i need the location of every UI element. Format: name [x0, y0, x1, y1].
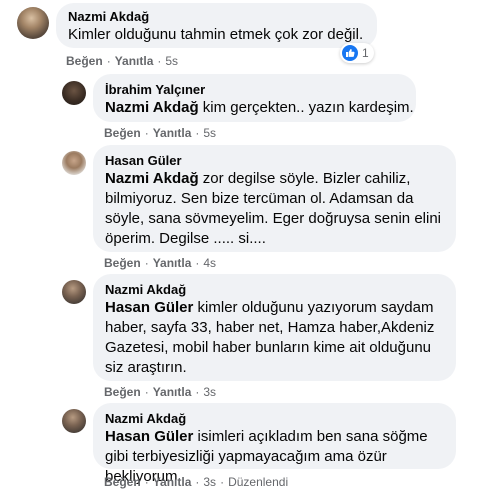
- comment-bubble: Nazmi Akdağ Kimler olduğunu tahmin etmek…: [56, 3, 377, 48]
- like-button[interactable]: Beğen: [104, 256, 141, 270]
- reply-button[interactable]: Yanıtla: [115, 54, 154, 68]
- mention-link[interactable]: Nazmi Akdağ: [105, 99, 199, 116]
- reply-button[interactable]: Yanıtla: [153, 475, 192, 489]
- avatar[interactable]: [17, 7, 49, 39]
- separator: ·: [195, 256, 200, 270]
- mention-link[interactable]: Hasan Güler: [105, 428, 193, 445]
- reply-button[interactable]: Yanıtla: [153, 126, 192, 140]
- separator: ·: [144, 256, 149, 270]
- reaction-count: 1: [362, 46, 369, 60]
- timestamp[interactable]: 3s: [203, 385, 216, 399]
- timestamp[interactable]: 5s: [165, 54, 178, 68]
- comment-text: Hasan Güler kimler olduğunu yazıyorum sa…: [105, 298, 444, 378]
- comment-text: Nazmi Akdağ kim gerçekten.. yazın kardeş…: [105, 98, 414, 118]
- like-button[interactable]: Beğen: [104, 385, 141, 399]
- like-button[interactable]: Beğen: [104, 475, 141, 489]
- avatar[interactable]: [62, 409, 86, 433]
- comment-body: Kimler olduğunu tahmin etmek çok zor değ…: [68, 26, 364, 43]
- like-thumb-icon: [342, 45, 358, 61]
- comment-author[interactable]: Hasan Güler: [105, 153, 444, 169]
- reply-button[interactable]: Yanıtla: [153, 385, 192, 399]
- avatar[interactable]: [62, 280, 86, 304]
- mention-link[interactable]: Nazmi Akdağ: [105, 170, 199, 187]
- separator: ·: [220, 475, 225, 489]
- comment-author[interactable]: İbrahim Yalçıner: [105, 82, 404, 98]
- separator: ·: [144, 475, 149, 489]
- comment-text: Kimler olduğunu tahmin etmek çok zor değ…: [68, 25, 365, 45]
- comment-bubble: Nazmi Akdağ Hasan Güler kimler olduğunu …: [93, 274, 456, 381]
- separator: ·: [195, 475, 200, 489]
- comment-author[interactable]: Nazmi Akdağ: [105, 411, 444, 427]
- comment-bubble: Hasan Güler Nazmi Akdağ zor degilse söyl…: [93, 145, 456, 252]
- separator: ·: [195, 126, 200, 140]
- separator: ·: [195, 385, 200, 399]
- comment-body: kim gerçekten.. yazın kardeşim.: [198, 99, 414, 116]
- like-button[interactable]: Beğen: [104, 126, 141, 140]
- comment-bubble: İbrahim Yalçıner Nazmi Akdağ kim gerçekt…: [93, 74, 416, 122]
- comment-actions: Beğen · Yanıtla · 3s · Düzenlendi: [104, 474, 288, 490]
- avatar[interactable]: [62, 81, 86, 105]
- comment-actions: Beğen · Yanıtla · 4s: [104, 255, 216, 271]
- comment-text: Nazmi Akdağ zor degilse söyle. Bizler ca…: [105, 169, 444, 249]
- separator: ·: [106, 54, 111, 68]
- like-button[interactable]: Beğen: [66, 54, 103, 68]
- separator: ·: [144, 126, 149, 140]
- timestamp[interactable]: 5s: [203, 126, 216, 140]
- comment-actions: Beğen · Yanıtla · 5s: [104, 125, 216, 141]
- comment-author[interactable]: Nazmi Akdağ: [105, 282, 444, 298]
- comment-bubble: Nazmi Akdağ Hasan Güler isimleri açıklad…: [93, 403, 456, 485]
- separator: ·: [144, 385, 149, 399]
- comment-author[interactable]: Nazmi Akdağ: [68, 9, 365, 25]
- timestamp[interactable]: 4s: [203, 256, 216, 270]
- timestamp[interactable]: 3s: [203, 475, 216, 489]
- comment-actions: Beğen · Yanıtla · 3s: [104, 384, 216, 400]
- comment-actions: Beğen · Yanıtla · 5s: [66, 53, 178, 69]
- mention-link[interactable]: Hasan Güler: [105, 299, 193, 316]
- avatar[interactable]: [62, 151, 86, 175]
- reply-button[interactable]: Yanıtla: [153, 256, 192, 270]
- reaction-badge[interactable]: 1: [340, 43, 374, 63]
- edited-label[interactable]: Düzenlendi: [228, 475, 288, 489]
- separator: ·: [157, 54, 162, 68]
